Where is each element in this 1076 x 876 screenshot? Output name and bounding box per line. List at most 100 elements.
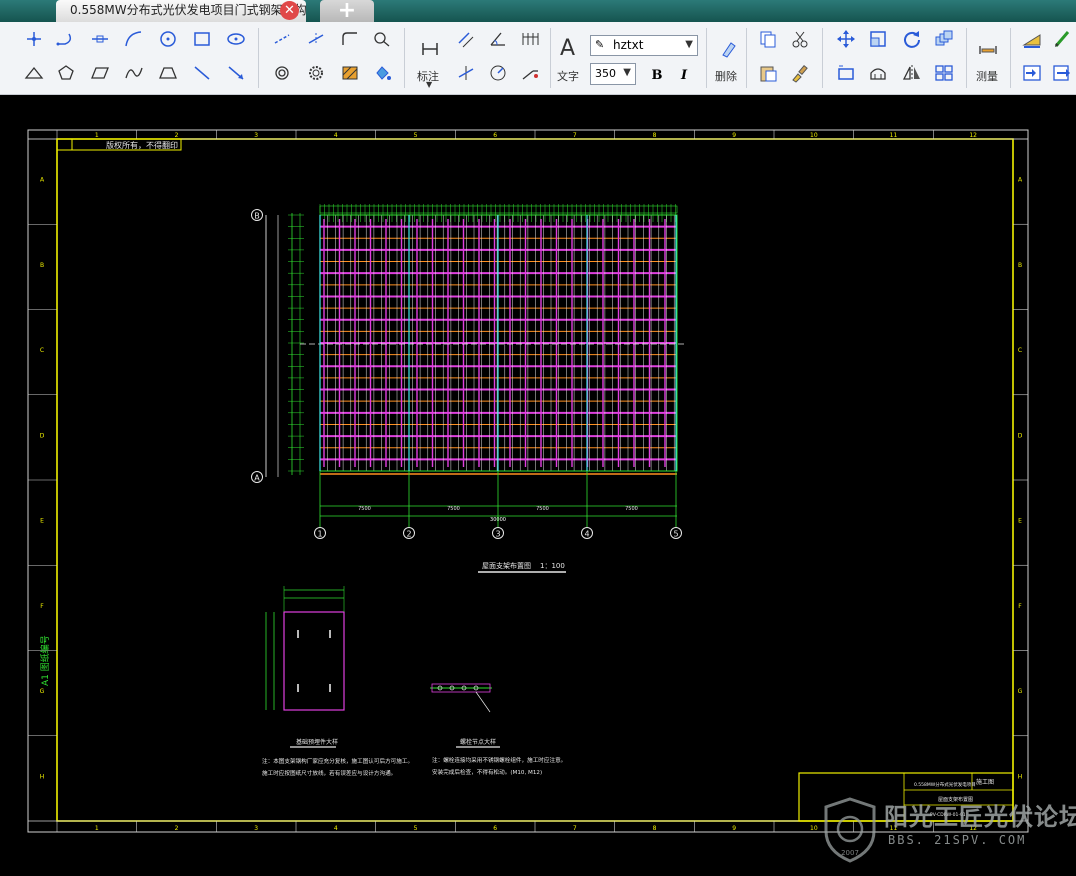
- cad-drawing[interactable]: 112233445566778899101011111212A AB BC CD DE E…: [0, 95, 1076, 876]
- line-icon[interactable]: [86, 26, 114, 52]
- zone-label-right: E: [1018, 518, 1022, 525]
- delete-label[interactable]: 删除: [715, 68, 737, 84]
- text-label[interactable]: 文字: [557, 68, 579, 84]
- array-icon[interactable]: [930, 26, 958, 52]
- trapezoid-icon[interactable]: [154, 60, 182, 86]
- italic-button[interactable]: I: [670, 62, 698, 88]
- column-axis-label: 4: [584, 530, 589, 539]
- zone-label-right: A: [1018, 177, 1023, 184]
- zone-label-left: H: [40, 773, 45, 780]
- toolbar-separator: [404, 28, 405, 88]
- fill-bucket-icon[interactable]: [368, 60, 396, 86]
- toolbar-separator: [706, 28, 707, 88]
- new-tab-button[interactable]: +: [320, 0, 374, 22]
- radius-dimension-icon[interactable]: [484, 60, 512, 86]
- zone-label-top: 8: [653, 132, 657, 139]
- note-left-2: 施工时应按图纸尺寸放线，若有误差应与设计方沟通。: [262, 769, 396, 777]
- column-axis-label: 1: [317, 530, 322, 539]
- text-style-icon[interactable]: A: [560, 36, 575, 61]
- hatch-icon[interactable]: [336, 60, 364, 86]
- aligned-dimension-icon[interactable]: [452, 26, 480, 52]
- titleblock-project: 0.558MW分布式光伏发电项目: [914, 781, 976, 788]
- pencil-icon[interactable]: [1048, 26, 1076, 52]
- match-properties-icon[interactable]: [786, 60, 814, 86]
- construction-line-icon[interactable]: [222, 60, 250, 86]
- import-icon[interactable]: [1018, 60, 1046, 86]
- continuous-dimension-icon[interactable]: [516, 26, 544, 52]
- toolbar-separator: [966, 28, 967, 88]
- leader-icon[interactable]: [516, 60, 544, 86]
- angular-dimension-icon[interactable]: [484, 26, 512, 52]
- scale-icon[interactable]: [864, 26, 892, 52]
- move-icon[interactable]: [832, 26, 860, 52]
- axis-row-a: A: [254, 474, 260, 483]
- font-size-select[interactable]: 350 ▼: [590, 63, 636, 85]
- ruler-icon[interactable]: [1018, 26, 1046, 52]
- block-icon[interactable]: [864, 60, 892, 86]
- parallelogram-icon[interactable]: [86, 60, 114, 86]
- ellipse-icon[interactable]: [222, 26, 250, 52]
- point-icon[interactable]: [20, 26, 48, 52]
- close-tab-button[interactable]: ✕: [280, 1, 299, 20]
- copyright-notice: 版权所有，不得翻印: [106, 140, 178, 150]
- explode-icon[interactable]: [930, 60, 958, 86]
- zone-label-right: C: [1018, 347, 1022, 354]
- measure-icon[interactable]: [974, 36, 1002, 62]
- chamfer-icon[interactable]: [368, 26, 396, 52]
- rotate-icon[interactable]: [898, 26, 926, 52]
- export-icon[interactable]: [1048, 60, 1076, 86]
- polyline-icon[interactable]: [52, 26, 80, 52]
- side-stamp: A1 图纸编号: [39, 635, 51, 686]
- extend-icon[interactable]: [268, 26, 296, 52]
- trim-icon[interactable]: [302, 26, 330, 52]
- zone-label-left: B: [40, 262, 44, 269]
- zone-label-right: B: [1018, 262, 1022, 269]
- chevron-down-icon[interactable]: ▼: [426, 80, 432, 89]
- measure-label[interactable]: 测量: [976, 68, 998, 84]
- plan-title: 屋面支架布置图: [482, 561, 531, 570]
- copy-icon[interactable]: [754, 26, 782, 52]
- gear-icon[interactable]: [302, 60, 330, 86]
- dimension-icon[interactable]: [416, 36, 444, 62]
- mirror-icon[interactable]: [898, 60, 926, 86]
- font-select[interactable]: ✎ hztxt ▼: [590, 35, 698, 56]
- zone-label-bottom: 6: [493, 825, 497, 832]
- document-tab[interactable]: 0.558MW分布式光伏发电项目门式钢架结构图.dwg: [56, 0, 306, 22]
- bolt-detail: 螺栓节点大样: [430, 683, 500, 748]
- drawing-canvas[interactable]: 1 1 2 2 3 3 4 4 5 5 6 6 7 7 8 8 9 9 10 10 11 11 12 12 A A B B C C D D E E…: [0, 95, 1076, 876]
- zone-label-left: D: [40, 432, 45, 439]
- bold-button[interactable]: B: [643, 62, 671, 88]
- arc-icon[interactable]: [120, 26, 148, 52]
- zone-label-top: 11: [890, 132, 898, 139]
- column-axis-label: 3: [495, 530, 500, 539]
- font-icon: ✎: [595, 38, 605, 51]
- zone-label-left: A: [40, 177, 45, 184]
- chevron-down-icon: ▼: [623, 67, 631, 78]
- offset-icon[interactable]: [268, 60, 296, 86]
- drawing-frame: [56, 138, 1014, 822]
- watermark-year: 2007: [841, 849, 859, 857]
- circle-icon[interactable]: [154, 26, 182, 52]
- ray-icon[interactable]: [188, 60, 216, 86]
- axis-bubbles: 1 2 3 4 5 7500 7500 7500 7500: [314, 215, 682, 539]
- ribbon-toolbar: 标注 ▼ A 文字 ✎ hztxt ▼ 350 ▼ B I 删除 测量: [0, 22, 1076, 95]
- column-spacing-dim: 7500: [536, 506, 549, 512]
- triangle-icon[interactable]: [20, 60, 48, 86]
- stretch-icon[interactable]: [832, 60, 860, 86]
- zone-label-top: 9: [732, 132, 736, 139]
- toolbar-separator: [1010, 28, 1011, 88]
- foundation-detail: 基础预埋件大样: [265, 586, 345, 748]
- pentagon-icon[interactable]: [52, 60, 80, 86]
- toolbar-separator: [746, 28, 747, 88]
- zone-labels: 112233445566778899101011111212A AB BC CD DE E…: [40, 132, 1023, 832]
- cut-icon[interactable]: [786, 26, 814, 52]
- fillet-icon[interactable]: [336, 26, 364, 52]
- spline-icon[interactable]: [120, 60, 148, 86]
- rectangle-icon[interactable]: [188, 26, 216, 52]
- zone-label-top: 5: [414, 132, 418, 139]
- paste-icon[interactable]: [754, 60, 782, 86]
- eraser-icon[interactable]: [714, 36, 742, 62]
- coordinate-dimension-icon[interactable]: [452, 60, 480, 86]
- detail-title-left: 基础预埋件大样: [296, 738, 338, 746]
- titleblock-stage: 施工图: [976, 778, 994, 786]
